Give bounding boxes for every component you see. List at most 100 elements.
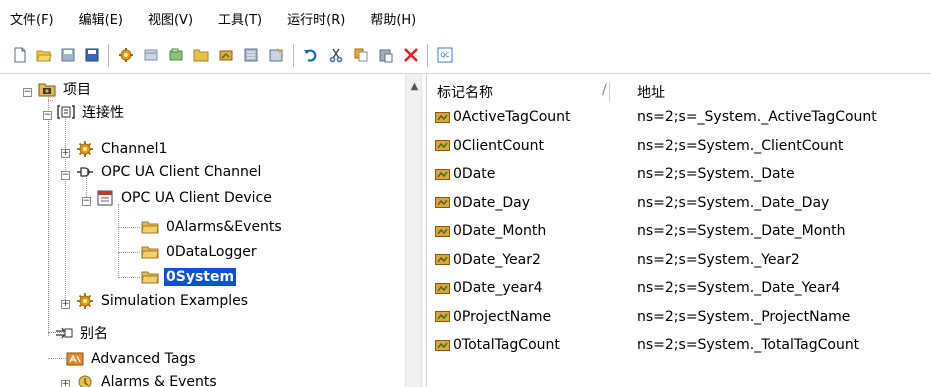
tree-item-project[interactable]: 项目: [38, 78, 93, 100]
menu-runtime[interactable]: 运行时(R): [287, 9, 345, 28]
advanced-tags-icon: [66, 352, 84, 366]
table-row[interactable]: 0Date_Year2 ns=2;s=System._Year2: [427, 246, 931, 274]
new-device-button[interactable]: [141, 45, 161, 65]
bulk-tag-button[interactable]: [241, 45, 261, 65]
save-button[interactable]: [58, 45, 78, 65]
new-file-icon: [14, 47, 26, 63]
open-button[interactable]: [34, 45, 54, 65]
copy-button[interactable]: [351, 45, 371, 65]
tree-item-system-group[interactable]: 0System: [141, 266, 237, 288]
tree-connector: [118, 227, 140, 228]
tag-address: ns=2;s=System._Date: [637, 166, 795, 182]
delete-button[interactable]: [401, 45, 421, 65]
table-row[interactable]: 0Date ns=2;s=System._Date: [427, 160, 931, 188]
table-row[interactable]: 0TotalTagCount ns=2;s=System._TotalTagCou…: [427, 331, 931, 359]
opcua-connector-icon: [77, 167, 93, 177]
device-icon: [97, 190, 113, 206]
menu-tools[interactable]: 工具(T): [218, 9, 262, 28]
tree-connector: [65, 115, 66, 300]
scroll-up-icon[interactable]: ▲: [406, 79, 423, 93]
expand-toggle[interactable]: +: [61, 149, 70, 158]
new-folder-button[interactable]: [191, 45, 211, 65]
quick-client-label: QC: [441, 52, 450, 59]
tag-address: ns=2;s=System._Date_Month: [637, 223, 846, 239]
folder-icon: [141, 221, 159, 234]
folder-icon: [141, 246, 159, 259]
menu-file[interactable]: 文件(F): [10, 9, 54, 28]
tag-address: ns=2;s=System._ClientCount: [637, 137, 844, 154]
channel-gear-icon: [77, 141, 93, 157]
table-row[interactable]: 0Date_year4 ns=2;s=System._Date_Year4: [427, 274, 931, 302]
table-row[interactable]: 0Date_Month ns=2;s=System._Date_Month: [427, 217, 931, 245]
tag-icon: [435, 168, 450, 180]
tag-name: 0Date_Day: [453, 194, 531, 211]
tree-scrollbar[interactable]: ▲: [405, 74, 422, 387]
tree-label: Simulation Examples: [101, 293, 249, 309]
tag-icon: [435, 282, 450, 294]
table-row[interactable]: 0ClientCount ns=2;s=System._ClientCount: [427, 132, 931, 160]
properties-button[interactable]: [266, 45, 286, 65]
new-channel-icon: [119, 48, 133, 62]
cut-icon: [329, 48, 343, 63]
column-header-address[interactable]: 地址: [637, 82, 665, 102]
tree-label: OPC UA Client Channel: [101, 164, 262, 180]
tree-connector: [118, 204, 119, 278]
collapse-toggle[interactable]: −: [23, 88, 32, 97]
tree-item-alarms-events[interactable]: Alarms & Events: [76, 371, 219, 387]
menu-view[interactable]: 视图(V): [148, 9, 193, 28]
new-tag-button[interactable]: [216, 45, 236, 65]
save-as-button[interactable]: [82, 45, 102, 65]
bulk-tag-icon: [244, 48, 258, 62]
table-row[interactable]: 0ActiveTagCount ns=2;s=_System._ActiveTag…: [427, 103, 931, 131]
tree-connector: [48, 91, 49, 336]
table-row[interactable]: 0Date_Day ns=2;s=System._Date_Day: [427, 189, 931, 217]
tag-name: 0ProjectName: [453, 308, 552, 325]
tree-item-advanced-tags[interactable]: Advanced Tags: [66, 348, 198, 370]
new-file-button[interactable]: [10, 45, 30, 65]
column-resize-handle[interactable]: /: [602, 82, 607, 98]
paste-button[interactable]: [376, 45, 396, 65]
alarm-icon: [78, 375, 92, 387]
tag-name: 0Date_Month: [453, 223, 547, 239]
tag-address: ns=2;s=_System._ActiveTagCount: [637, 109, 877, 125]
tag-address: ns=2;s=System._Date_Day: [637, 194, 830, 211]
toolbar: QC: [0, 36, 931, 74]
tree-item-opcua-device[interactable]: OPC UA Client Device: [96, 187, 274, 209]
expand-toggle[interactable]: +: [61, 380, 70, 387]
new-tag-icon: [219, 50, 233, 61]
quick-client-button[interactable]: QC: [435, 45, 455, 65]
tree-item-opcua-channel[interactable]: OPC UA Client Channel: [76, 161, 263, 183]
expand-toggle[interactable]: +: [61, 300, 70, 309]
column-header-tag-name[interactable]: 标记名称: [437, 82, 493, 102]
tree-label: 别名: [80, 326, 108, 342]
tree-item-datalogger-group[interactable]: 0DataLogger: [141, 241, 259, 263]
tag-icon: [435, 111, 450, 123]
new-channel-button[interactable]: [116, 45, 136, 65]
undo-icon: [304, 49, 317, 62]
tree-label: 0DataLogger: [166, 244, 257, 260]
collapse-toggle[interactable]: −: [61, 171, 70, 180]
project-tree: − 项目 − 连接性 + Channel1 − OPC UA Client Ch…: [0, 74, 405, 387]
tree-label: Channel1: [101, 141, 168, 157]
collapse-toggle[interactable]: −: [43, 111, 52, 120]
new-tag-group-button[interactable]: [166, 45, 186, 65]
tree-connector: [118, 252, 140, 253]
alias-icon: [56, 327, 73, 339]
tree-item-aliases[interactable]: 别名: [55, 322, 110, 344]
properties-icon: [269, 48, 283, 62]
save-icon: [61, 48, 75, 62]
tree-item-simulation[interactable]: Simulation Examples: [76, 290, 250, 312]
undo-button[interactable]: [301, 45, 321, 65]
tree-item-channel1[interactable]: Channel1: [76, 138, 169, 160]
tree-item-connectivity[interactable]: 连接性: [57, 101, 126, 123]
collapse-toggle[interactable]: −: [82, 197, 91, 206]
tree-connector: [48, 100, 53, 101]
table-row[interactable]: 0ProjectName ns=2;s=System._ProjectName: [427, 303, 931, 331]
new-device-icon: [144, 49, 158, 61]
column-divider: [609, 82, 610, 102]
tree-item-alarms-events-group[interactable]: 0Alarms&Events: [141, 216, 284, 238]
menu-help[interactable]: 帮助(H): [370, 9, 416, 28]
menu-edit[interactable]: 编辑(E): [79, 9, 123, 28]
tree-connector: [48, 358, 66, 359]
cut-button[interactable]: [326, 45, 346, 65]
